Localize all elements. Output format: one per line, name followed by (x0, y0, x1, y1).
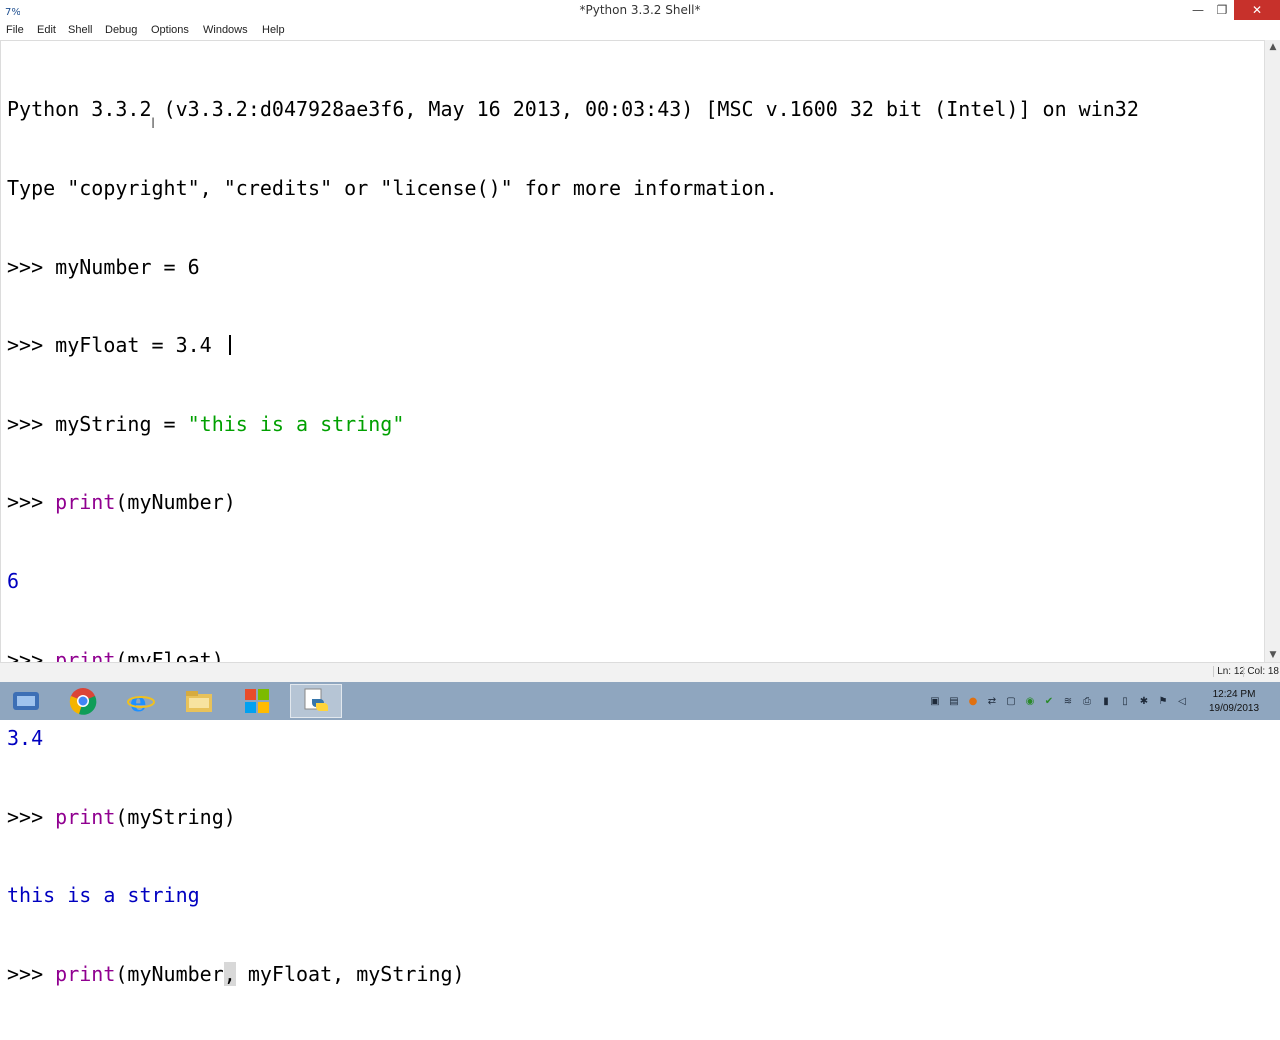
prompt: >>> (7, 961, 56, 986)
prompt: >>> (7, 333, 56, 358)
code: (myNumber (115, 961, 224, 986)
code: myFloat, myString) (235, 961, 465, 986)
maximize-button[interactable]: ❐ (1210, 0, 1234, 20)
tray-security-icon[interactable]: ◉ (1023, 694, 1037, 708)
tray-bluetooth-icon[interactable]: ✱ (1137, 694, 1151, 708)
window-title: *Python 3.3.2 Shell* (579, 3, 701, 17)
code: myNumber = 6 (55, 254, 200, 279)
taskbar-office-icon[interactable] (231, 684, 283, 718)
tray-flag-icon[interactable]: ⚑ (1156, 694, 1170, 708)
text-cursor-highlight: , (223, 961, 236, 986)
tray-signal-icon[interactable]: ▮ (1099, 694, 1113, 708)
shell-line: >>> print(myString) (7, 804, 1139, 830)
menu-debug[interactable]: Debug (105, 24, 137, 36)
taskbar-clock[interactable]: 12:24 PM 19/09/2013 (1194, 688, 1274, 716)
shell-line: >>> myString = "this is a string" (7, 411, 1139, 437)
ibeam-cursor-icon: I (151, 116, 156, 132)
tray-network-icon[interactable]: ≋ (1061, 694, 1075, 708)
prompt: >>> (7, 411, 56, 436)
current-input-line[interactable]: >>> print(myNumber, myFloat, myString) (7, 961, 1139, 987)
minimize-button[interactable]: — (1186, 0, 1210, 20)
menu-help[interactable]: Help (262, 24, 285, 36)
shell-line: >>> print(myNumber) (7, 489, 1139, 515)
tray-check-icon[interactable]: ✔ (1042, 694, 1056, 708)
menu-options[interactable]: Options (151, 24, 189, 36)
status-line-number: Ln: 12 (1213, 666, 1245, 677)
status-column-number: Col: 18 (1243, 666, 1279, 677)
tray-battery-icon[interactable]: ▯ (1118, 694, 1132, 708)
scroll-up-icon[interactable]: ▲ (1267, 42, 1279, 52)
prompt: >>> (7, 254, 56, 279)
tray-display-icon[interactable]: ▢ (1004, 694, 1018, 708)
tray-window-icon[interactable]: ▤ (947, 694, 961, 708)
menu-file[interactable]: File (6, 24, 24, 36)
taskbar: e ▣ ▤ ● ⇄ ▢ ◉ ✔ ≋ ⎙ ▮ ▯ ✱ ⚑ ◁ 12:24 PM 1… (0, 682, 1280, 720)
shell-line: >>> myFloat = 3.4 (7, 332, 1139, 358)
svg-text:e: e (130, 688, 147, 715)
taskbar-explorer-icon[interactable] (0, 684, 52, 718)
shell-content: Python 3.3.2 (v3.3.2:d047928ae3f6, May 1… (7, 44, 1139, 1040)
scroll-down-icon[interactable]: ▼ (1267, 650, 1279, 660)
vertical-scrollbar[interactable]: ▲ ▼ (1264, 40, 1280, 662)
taskbar-file-explorer-icon[interactable] (173, 684, 225, 718)
code: (myNumber) (115, 490, 236, 515)
tray-printer-icon[interactable]: ⎙ (1080, 694, 1094, 708)
shell-line: >>> myNumber = 6 (7, 254, 1139, 280)
menu-shell[interactable]: Shell (68, 24, 92, 36)
prompt: >>> (7, 804, 56, 829)
status-bar: Ln: 12 Col: 18 (0, 662, 1280, 683)
tray-volume-icon[interactable]: ◁ (1175, 694, 1189, 708)
clock-date: 19/09/2013 (1208, 703, 1260, 714)
clock-time: 12:24 PM (1212, 689, 1256, 700)
code: (myString) (115, 804, 236, 829)
tray-app-icon[interactable]: ▣ (928, 694, 942, 708)
text-cursor (229, 335, 231, 355)
output-line: 3.4 (7, 726, 44, 751)
taskbar-internet-explorer-icon[interactable]: e (115, 684, 167, 718)
code: myString = (55, 411, 188, 436)
title-bar: 7% *Python 3.3.2 Shell* — ❐ ✕ (0, 0, 1280, 22)
menu-bar: File Edit Shell Debug Options Windows He… (0, 22, 1280, 40)
keyword: print (55, 490, 116, 515)
tray-record-icon[interactable]: ● (966, 694, 980, 708)
close-button[interactable]: ✕ (1234, 0, 1280, 20)
keyword: print (55, 961, 116, 986)
banner-line: Type "copyright", "credits" or "license(… (7, 176, 778, 200)
banner-line: Python 3.3.2 (v3.3.2:d047928ae3f6, May 1… (7, 97, 1139, 122)
output-line: this is a string (7, 883, 200, 908)
tray-sync-icon[interactable]: ⇄ (985, 694, 999, 708)
prompt: >>> (7, 490, 56, 515)
string-literal: "this is a string" (187, 411, 405, 436)
taskbar-python-idle-icon[interactable] (290, 684, 342, 718)
output-line: 6 (7, 568, 20, 593)
code: myFloat = 3.4 (55, 333, 212, 358)
menu-edit[interactable]: Edit (37, 24, 56, 36)
shell-text-area[interactable]: Python 3.3.2 (v3.3.2:d047928ae3f6, May 1… (0, 40, 1265, 986)
menu-windows[interactable]: Windows (203, 24, 248, 36)
keyword: print (55, 804, 116, 829)
system-tray: ▣ ▤ ● ⇄ ▢ ◉ ✔ ≋ ⎙ ▮ ▯ ✱ ⚑ ◁ (928, 694, 1189, 708)
taskbar-chrome-icon[interactable] (57, 684, 109, 718)
